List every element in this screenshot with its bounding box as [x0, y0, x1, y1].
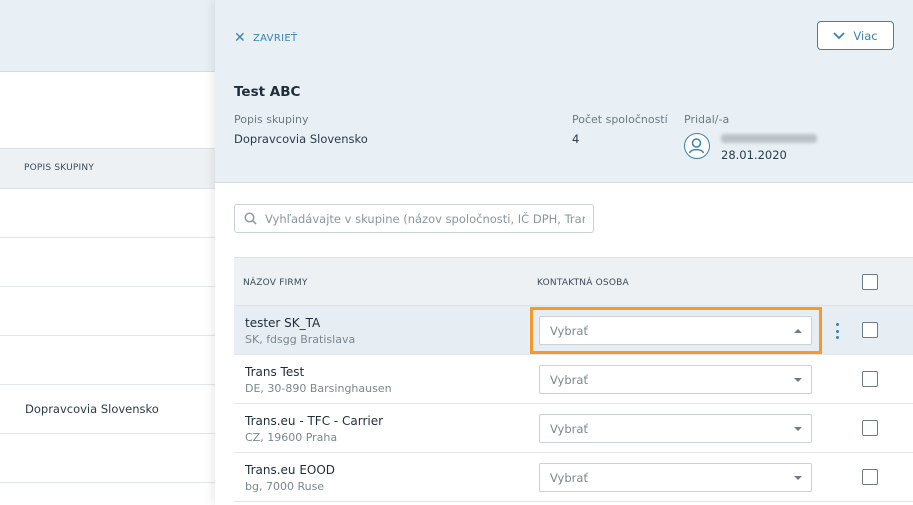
row-checkbox[interactable] [862, 371, 878, 387]
chevron-down-icon [794, 476, 802, 480]
column-header-contact: KONTAKTNÁ OSOBA [537, 278, 629, 288]
background-column-header: POPIS SKUPINY [0, 148, 215, 189]
more-label: Viac [853, 28, 878, 43]
select-value: Vybrať [550, 470, 588, 485]
list-item[interactable] [0, 189, 215, 238]
contact-person-select[interactable]: Vybrať [539, 365, 812, 394]
close-icon: ✕ [234, 30, 247, 46]
chevron-down-icon [794, 378, 802, 382]
group-description-cell: Dopravcovia Slovensko [25, 402, 159, 416]
table-row[interactable]: Trans Test DE, 30-890 Barsinghausen Vybr… [234, 355, 913, 404]
added-by-label: Pridal/-a [684, 113, 730, 126]
list-item[interactable] [0, 287, 215, 336]
contact-person-select[interactable]: Vybrať [539, 316, 812, 345]
firm-location: CZ, 19600 Praha [245, 431, 338, 444]
more-button[interactable]: Viac [817, 21, 894, 50]
page-title: Test ABC [234, 84, 301, 100]
firm-name: Trans Test [245, 365, 305, 379]
list-item[interactable] [0, 336, 215, 385]
description-value: Dopravcovia Slovensko [234, 132, 368, 146]
kebab-menu-icon[interactable] [833, 323, 841, 339]
firm-name: Trans.eu EOOD [245, 463, 336, 477]
companies-table: NÁZOV FIRMY KONTAKTNÁ OSOBA tester SK_TA… [234, 257, 913, 502]
list-item[interactable]: Dopravcovia Slovensko [0, 385, 215, 434]
firm-location: SK, fdsgg Bratislava [245, 333, 356, 346]
user-icon [684, 133, 710, 159]
chevron-down-icon [833, 31, 846, 39]
chevron-up-icon [794, 329, 802, 333]
contact-person-select[interactable]: Vybrať [539, 463, 812, 492]
firm-location: DE, 30-890 Barsinghausen [245, 382, 392, 395]
close-label: ZAVRIEŤ [253, 32, 298, 44]
select-value: Vybrať [550, 323, 588, 338]
company-count-label: Počet spoločností [572, 113, 668, 126]
row-checkbox[interactable] [862, 420, 878, 436]
table-row[interactable]: Trans.eu EOOD bg, 7000 Ruse Vybrať [234, 453, 913, 502]
search-icon [244, 212, 257, 225]
column-header-group-description: POPIS SKUPINY [24, 163, 95, 173]
select-all-checkbox[interactable] [862, 274, 878, 290]
select-value: Vybrať [550, 421, 588, 436]
column-header-firm: NÁZOV FIRMY [243, 278, 308, 288]
list-item[interactable] [0, 238, 215, 287]
background-list: POPIS SKUPINY Dopravcovia Slovensko [0, 0, 215, 505]
firm-name: tester SK_TA [245, 316, 321, 330]
company-count-value: 4 [572, 132, 580, 146]
close-button[interactable]: ✕ ZAVRIEŤ [234, 31, 297, 45]
table-row[interactable]: tester SK_TA SK, fdsgg Bratislava Vybrať [234, 306, 913, 355]
background-header [0, 0, 215, 72]
search-box[interactable] [234, 204, 594, 233]
search-input[interactable] [265, 211, 585, 226]
added-by-name-redacted [721, 134, 817, 143]
panel-header: ✕ ZAVRIEŤ Viac Test ABC Popis skupiny Do… [215, 0, 913, 183]
description-label: Popis skupiny [234, 113, 309, 126]
table-row[interactable]: Trans.eu - TFC - Carrier CZ, 19600 Praha… [234, 404, 913, 453]
select-value: Vybrať [550, 372, 588, 387]
row-checkbox[interactable] [862, 322, 878, 338]
list-item[interactable] [0, 434, 215, 483]
table-header: NÁZOV FIRMY KONTAKTNÁ OSOBA [234, 257, 913, 306]
row-checkbox[interactable] [862, 469, 878, 485]
chevron-down-icon [794, 427, 802, 431]
added-date: 28.01.2020 [721, 148, 787, 162]
firm-location: bg, 7000 Ruse [245, 480, 325, 493]
group-detail-panel: ✕ ZAVRIEŤ Viac Test ABC Popis skupiny Do… [215, 0, 913, 505]
firm-name: Trans.eu - TFC - Carrier [245, 414, 384, 428]
contact-person-select[interactable]: Vybrať [539, 414, 812, 443]
